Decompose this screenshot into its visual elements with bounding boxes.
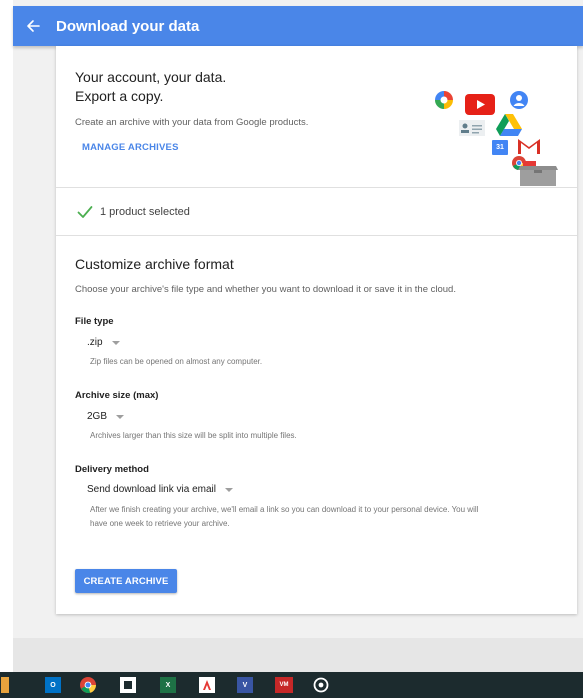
delivery-hint-line1: After we finish creating your archive, w…	[90, 505, 479, 514]
arrow-left-icon	[27, 20, 40, 32]
file-type-value: .zip	[87, 337, 103, 348]
archive-size-value: 2GB	[87, 411, 108, 422]
acrobat-logo-icon	[203, 680, 211, 690]
file-type-select[interactable]: .zip	[87, 337, 120, 348]
contacts-icon	[510, 91, 528, 109]
windows-taskbar: O X V VM	[0, 672, 583, 698]
dropdown-caret-icon	[111, 340, 120, 345]
target-app-icon[interactable]	[313, 677, 329, 693]
left-window-edge	[0, 0, 13, 672]
dropdown-caret-icon	[224, 487, 233, 492]
project-mark	[124, 681, 132, 689]
hero-title-line2: Export a copy.	[75, 88, 164, 104]
id-card-icon	[459, 120, 485, 136]
delivery-method-value: Send download link via email	[87, 484, 216, 495]
app-bar: Download your data	[13, 6, 583, 46]
excel-icon[interactable]: X	[160, 677, 176, 693]
format-title: Customize archive format	[75, 256, 234, 272]
products-selected-row[interactable]: 1 product selected	[56, 188, 577, 236]
app-window: Download your data Your account, your da…	[13, 0, 583, 672]
acrobat-icon[interactable]	[199, 677, 215, 693]
manage-archives-link[interactable]: MANAGE ARCHIVES	[82, 142, 179, 153]
visio-icon[interactable]: V	[237, 677, 253, 693]
hero-title: Your account, your data. Export a copy.	[75, 68, 226, 106]
vmware-icon[interactable]: VM	[275, 677, 293, 693]
products-selected-text: 1 product selected	[100, 205, 190, 218]
hero-subtitle: Create an archive with your data from Go…	[75, 117, 309, 128]
archive-size-hint: Archives larger than this size will be s…	[90, 431, 297, 440]
archive-size-select[interactable]: 2GB	[87, 411, 125, 422]
check-icon	[77, 205, 93, 218]
archive-size-label: Archive size (max)	[75, 390, 159, 401]
drive-icon	[496, 114, 522, 136]
create-archive-button[interactable]: CREATE ARCHIVE	[75, 569, 177, 593]
google-products-illustration: 31	[432, 82, 572, 186]
delivery-method-hint: After we finish creating your archive, w…	[90, 503, 570, 531]
photos-icon	[435, 91, 453, 109]
file-type-label: File type	[75, 316, 114, 327]
youtube-icon	[465, 94, 495, 115]
archive-box-icon	[518, 166, 558, 186]
page-title: Download your data	[56, 17, 200, 35]
export-card: Your account, your data. Export a copy. …	[56, 46, 577, 614]
delivery-method-select[interactable]: Send download link via email	[87, 484, 233, 495]
delivery-hint-line2: have one week to retrieve your archive.	[90, 519, 230, 528]
chrome-logo-icon	[80, 677, 96, 693]
dropdown-caret-icon	[116, 414, 125, 419]
target-logo-icon	[313, 677, 329, 693]
format-description: Choose your archive's file type and whet…	[75, 284, 456, 295]
calendar-icon: 31	[492, 140, 508, 155]
project-icon[interactable]	[120, 677, 136, 693]
back-button[interactable]	[13, 6, 53, 46]
outlook-icon[interactable]: O	[45, 677, 61, 693]
chrome-icon[interactable]	[80, 677, 96, 693]
window-bottom-bar	[13, 638, 583, 672]
hero-section: Your account, your data. Export a copy. …	[56, 46, 577, 188]
hero-title-line1: Your account, your data.	[75, 69, 227, 85]
delivery-method-label: Delivery method	[75, 464, 149, 475]
gmail-icon	[517, 137, 541, 154]
file-explorer-icon[interactable]	[1, 677, 9, 693]
file-type-hint: Zip files can be opened on almost any co…	[90, 357, 263, 366]
